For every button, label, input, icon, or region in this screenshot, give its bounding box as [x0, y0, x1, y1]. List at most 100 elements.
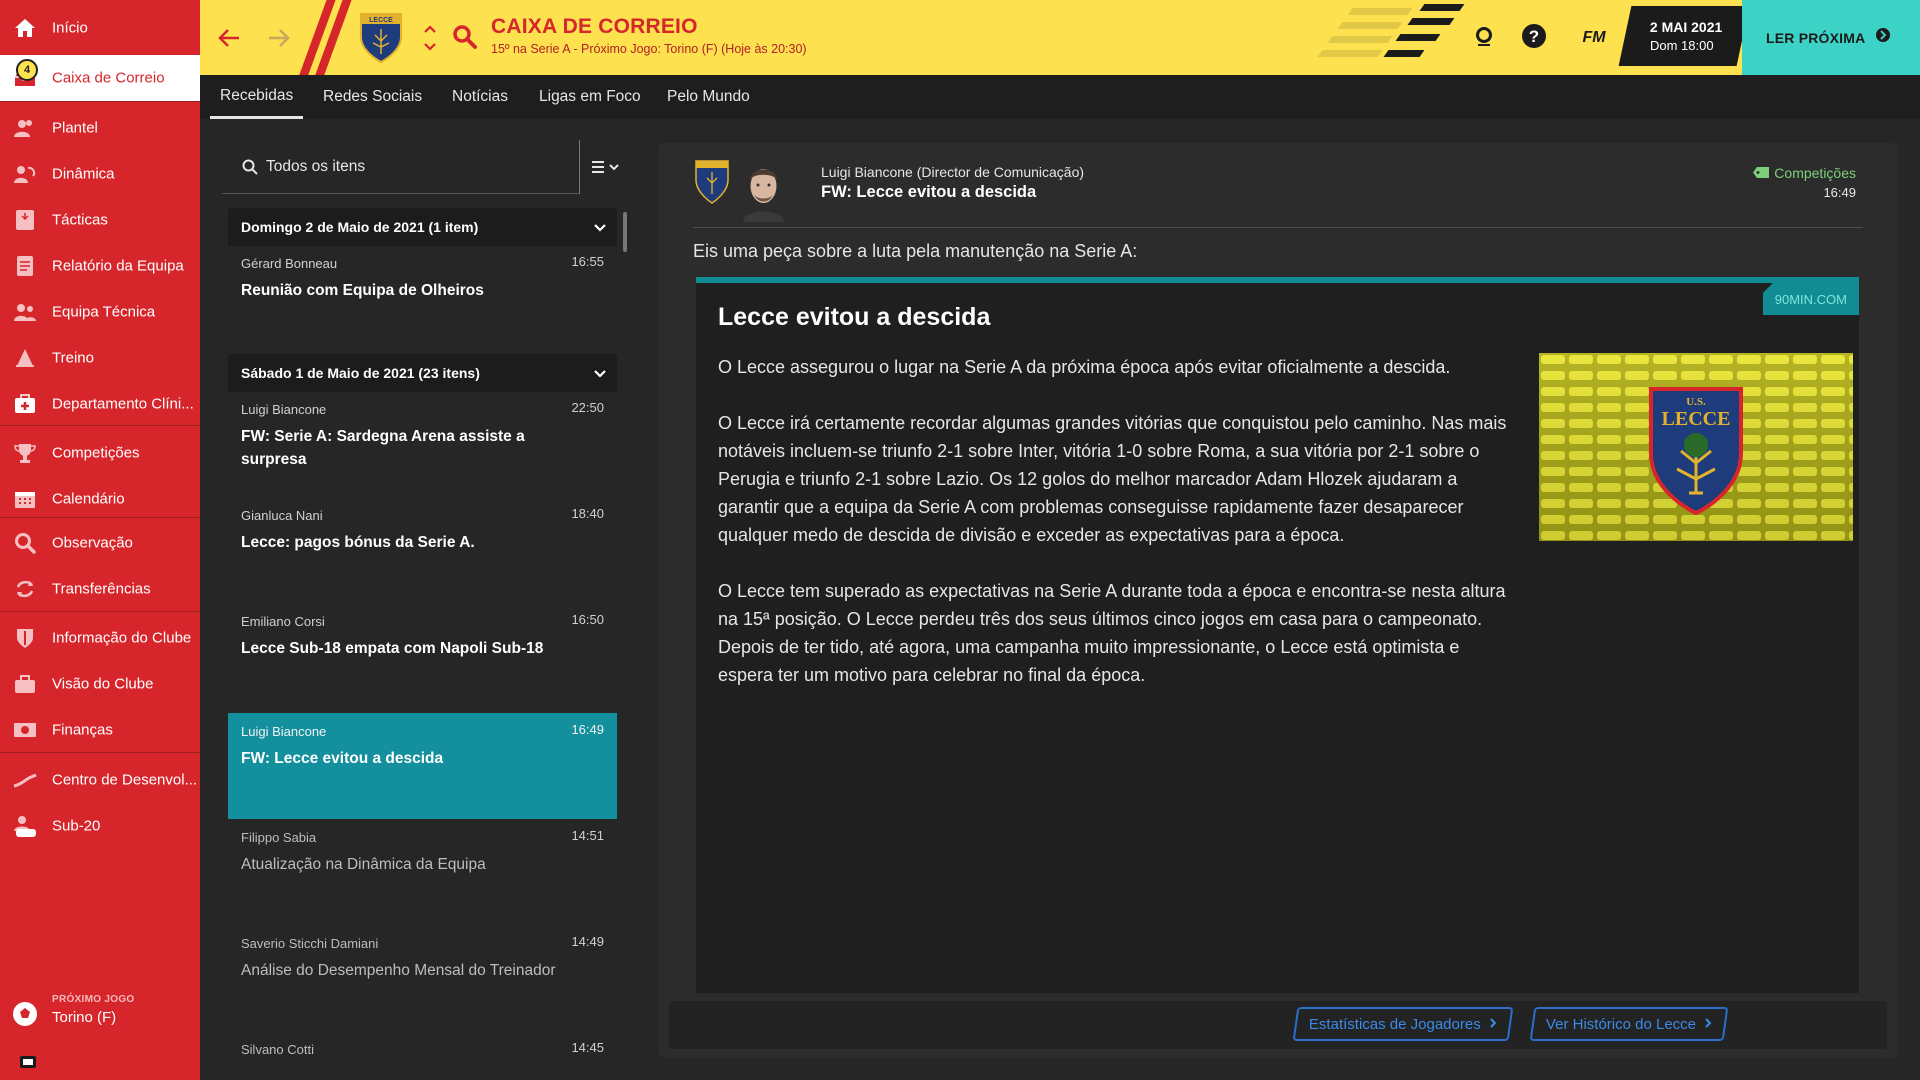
next-match-opponent: Torino (F)	[52, 1009, 117, 1026]
tab-leagues-in-focus[interactable]: Ligas em Foco	[529, 75, 651, 119]
sidebar-item-label: Tácticas	[52, 211, 108, 229]
message-item[interactable]: Gianluca Nani 18:40 Lecce: pagos bónus d…	[228, 497, 617, 603]
date-group-title: Domingo 2 de Maio de 2021 (1 item)	[241, 219, 479, 235]
decor-bar	[1395, 34, 1441, 41]
forward-button[interactable]	[263, 22, 295, 54]
tag-icon	[1753, 165, 1770, 181]
date-group-header[interactable]: Domingo 2 de Maio de 2021 (1 item)	[228, 208, 617, 246]
message-sender: Saverio Sticchi Damiani	[241, 936, 379, 951]
home-icon	[12, 15, 38, 41]
message-item[interactable]: Luigi Biancone 22:50 FW: Serie A: Sardeg…	[228, 391, 617, 497]
sidebar-item-competitions[interactable]: Competições	[0, 430, 200, 476]
date-group-header[interactable]: Sábado 1 de Maio de 2021 (23 itens)	[228, 354, 617, 392]
sidebar-item-tactics[interactable]: Tácticas	[0, 197, 200, 243]
filter-menu-button[interactable]	[579, 140, 634, 194]
decor-bar	[1317, 50, 1383, 57]
message-time: 16:49	[1823, 185, 1856, 200]
club-crest[interactable]: LECCE	[355, 10, 407, 65]
next-match[interactable]: PRÓXIMO JOGO Torino (F)	[0, 985, 200, 1045]
tactics-icon	[12, 207, 38, 233]
play-icon	[1875, 27, 1891, 48]
header-bar: LECCE CAIXA DE CORREIO 15º na Serie A - …	[200, 0, 1920, 75]
sidebar-item-club-info[interactable]: Informação do Clube	[0, 615, 200, 661]
sidebar-item-squad[interactable]: Plantel	[0, 105, 200, 151]
tab-news[interactable]: Notícias	[442, 75, 518, 119]
message-time: 22:50	[571, 400, 604, 415]
sidebar-item-label: Dinâmica	[52, 165, 115, 183]
training-icon	[12, 345, 38, 371]
sidebar-item-staff[interactable]: Equipa Técnica	[0, 289, 200, 335]
sidebar-item-club-vision[interactable]: Visão do Clube	[0, 661, 200, 707]
club-history-button[interactable]: Ver Histórico do Lecce	[1529, 1007, 1729, 1041]
game-date[interactable]: 2 MAI 2021 Dom 18:00	[1618, 6, 1750, 66]
sidebar-item-transfers[interactable]: Transferências	[0, 566, 200, 612]
message-item[interactable]: Filippo Sabia 14:51 Atualização na Dinâm…	[228, 819, 617, 925]
scouting-icon	[12, 530, 38, 556]
back-button[interactable]	[213, 22, 245, 54]
message-item-selected[interactable]: Luigi Biancone 16:49 FW: Lecce evitou a …	[228, 713, 617, 819]
page-title: CAIXA DE CORREIO	[491, 15, 698, 38]
help-icon[interactable]: ?	[1518, 20, 1550, 52]
message-list: Todos os itens Domingo 2 de Maio de 2021…	[222, 140, 634, 1080]
sidebar-item-scouting[interactable]: Observação	[0, 520, 200, 566]
chevron-right-icon	[1704, 1016, 1712, 1033]
message-item[interactable]: Silvano Cotti 14:45	[228, 1031, 617, 1080]
staff-icon	[12, 299, 38, 325]
message-subject: Reunião com Equipa de Olheiros	[241, 282, 484, 299]
message-item[interactable]: Gérard Bonneau 16:55 Reunião com Equipa …	[228, 245, 617, 351]
message-from: Luigi Biancone (Director de Comunicação)	[821, 164, 1085, 180]
sidebar-item-u20[interactable]: Sub-20	[0, 803, 200, 849]
switch-club-arrows[interactable]	[422, 20, 438, 56]
message-time: 14:49	[571, 934, 604, 949]
sidebar-item-inbox[interactable]: 4 Caixa de Correio	[0, 55, 200, 101]
world-icon[interactable]	[1468, 20, 1500, 52]
player-stats-button[interactable]: Estatísticas de Jogadores	[1292, 1007, 1514, 1041]
ticket-icon[interactable]	[20, 1055, 36, 1073]
tab-social-media[interactable]: Redes Sociais	[313, 75, 432, 119]
search-input[interactable]: Todos os itens	[222, 140, 579, 194]
svg-text:?: ?	[1529, 27, 1539, 46]
sidebar-item-team-report[interactable]: Relatório da Equipa	[0, 243, 200, 289]
sidebar-item-dynamics[interactable]: Dinâmica	[0, 151, 200, 197]
fm-menu-button[interactable]: FM	[1568, 0, 1620, 75]
time-label: Dom 18:00	[1650, 38, 1714, 53]
decor-bar	[1347, 8, 1413, 15]
message-time: 16:55	[571, 254, 604, 269]
article-image: U.S. LECCE	[1539, 353, 1853, 541]
chevron-down-icon	[593, 366, 607, 382]
continue-button[interactable]: LER PRÓXIMA	[1742, 0, 1920, 75]
message-time: 16:49	[571, 722, 604, 737]
decor-bar	[1327, 36, 1393, 43]
message-item[interactable]: Saverio Sticchi Damiani 14:49 Análise do…	[228, 925, 617, 1031]
sidebar-item-home[interactable]: Início	[0, 5, 200, 51]
message-time: 16:50	[571, 612, 604, 627]
search-icon	[242, 159, 258, 180]
tab-around-the-world[interactable]: Pelo Mundo	[657, 75, 760, 119]
message-view: Luigi Biancone (Director de Comunicação)…	[658, 143, 1898, 1058]
message-intro: Eis uma peça sobre a luta pela manutençã…	[693, 241, 1138, 261]
page-subtitle: 15º na Serie A - Próximo Jogo: Torino (F…	[491, 42, 807, 56]
sidebar-item-medical[interactable]: Departamento Clíni...	[0, 381, 200, 427]
decor-bar	[1383, 50, 1425, 57]
message-category[interactable]: Competições	[1753, 165, 1856, 181]
sidebar-item-label: Finanças	[52, 721, 113, 739]
sidebar-item-development-centre[interactable]: Centro de Desenvol...	[0, 757, 200, 803]
sidebar-item-calendar[interactable]: Calendário	[0, 476, 200, 522]
message-item[interactable]: Emiliano Corsi 16:50 Lecce Sub-18 empata…	[228, 603, 617, 709]
message-header: Luigi Biancone (Director de Comunicação)…	[693, 158, 1863, 228]
sidebar-item-label: Competições	[52, 444, 140, 462]
decor-bar	[1419, 4, 1465, 11]
tab-received[interactable]: Recebidas	[210, 75, 304, 119]
article-title: Lecce evitou a descida	[718, 303, 991, 331]
sidebar-divider	[0, 752, 200, 753]
article-paragraph: O Lecce irá certamente recordar algumas …	[718, 413, 1507, 545]
sidebar-item-training[interactable]: Treino	[0, 335, 200, 381]
search-icon[interactable]	[452, 24, 478, 50]
sidebar-item-label: Informação do Clube	[52, 629, 192, 647]
finances-icon	[12, 717, 38, 743]
category-label: Competições	[1774, 165, 1856, 181]
sidebar-item-finances[interactable]: Finanças	[0, 707, 200, 753]
sidebar-divider	[0, 611, 200, 612]
list-scrollbar[interactable]	[623, 212, 627, 252]
sidebar-item-label: Relatório da Equipa	[52, 257, 184, 275]
